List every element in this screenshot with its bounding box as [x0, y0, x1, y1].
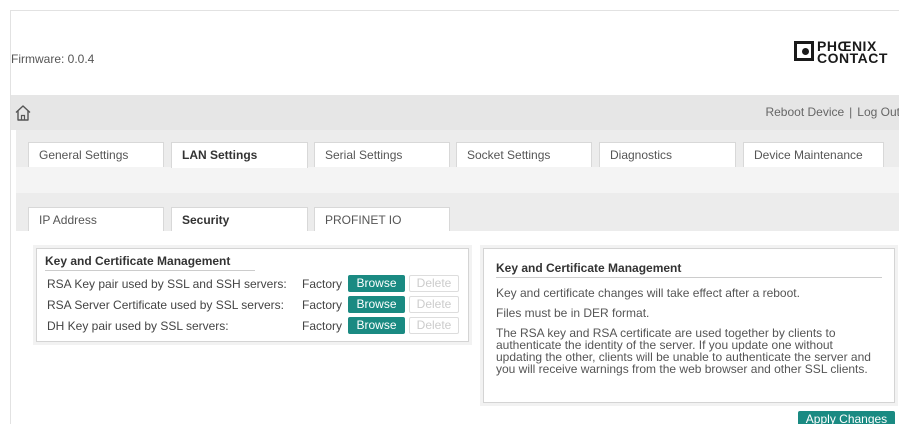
dh-key-delete-button: Delete: [409, 317, 459, 334]
reboot-device-link[interactable]: Reboot Device: [765, 105, 844, 119]
rsa-key-delete-button: Delete: [409, 275, 459, 292]
firmware-version: Firmware: 0.0.4: [11, 52, 95, 66]
phoenix-contact-logo: PHŒNIX CONTACT: [794, 38, 899, 72]
rsa-key-browse-button[interactable]: Browse: [348, 275, 405, 292]
tab-serial-settings[interactable]: Serial Settings: [314, 142, 450, 167]
subtab-security[interactable]: Security: [171, 207, 308, 231]
key-certificate-panel: Key and Certificate Management RSA Key p…: [36, 248, 469, 342]
tab-band: [16, 167, 899, 193]
info-panel-title: Key and Certificate Management: [496, 261, 882, 278]
logo-text: PHŒNIX CONTACT: [817, 38, 888, 66]
logout-link[interactable]: Log Out: [857, 105, 899, 119]
app-frame: Firmware: 0.0.4 PHŒNIX CONTACT Reboot De…: [10, 10, 899, 424]
dh-key-pair-row: DH Key pair used by SSL servers: Factory…: [45, 316, 468, 337]
rsa-key-pair-row: RSA Key pair used by SSL and SSH servers…: [45, 274, 468, 295]
security-content: Key and Certificate Management RSA Key p…: [26, 231, 899, 424]
row-label: RSA Key pair used by SSL and SSH servers…: [47, 277, 287, 291]
top-links: Reboot Device | Log Out: [765, 105, 899, 119]
info-pairing-note: The RSA key and RSA certificate are used…: [496, 326, 871, 376]
info-panel: Key and Certificate Management Key and c…: [483, 248, 895, 403]
sub-tab-bar: IP Address Security PROFINET IO: [16, 195, 899, 231]
top-nav-bar: Reboot Device | Log Out: [11, 95, 899, 130]
dh-key-browse-button[interactable]: Browse: [348, 317, 405, 334]
home-icon[interactable]: [14, 104, 32, 122]
row-label: DH Key pair used by SSL servers:: [47, 319, 229, 333]
tab-device-maintenance[interactable]: Device Maintenance: [743, 142, 884, 167]
subtab-ip-address[interactable]: IP Address: [28, 207, 164, 231]
link-separator: |: [849, 105, 853, 119]
logo-mark-icon: [794, 41, 814, 61]
apply-changes-button[interactable]: Apply Changes: [798, 411, 895, 424]
tab-diagnostics[interactable]: Diagnostics: [599, 142, 736, 167]
info-format-note: Files must be in DER format.: [496, 306, 650, 320]
row-value: Factory: [302, 298, 343, 312]
rsa-cert-browse-button[interactable]: Browse: [348, 296, 405, 313]
tab-socket-settings[interactable]: Socket Settings: [456, 142, 592, 167]
tab-general-settings[interactable]: General Settings: [28, 142, 164, 167]
rsa-cert-delete-button: Delete: [409, 296, 459, 313]
row-value: Factory: [302, 277, 343, 291]
row-value: Factory: [302, 319, 343, 333]
row-label: RSA Server Certificate used by SSL serve…: [47, 298, 284, 312]
key-panel-title: Key and Certificate Management: [45, 254, 255, 271]
rsa-certificate-row: RSA Server Certificate used by SSL serve…: [45, 295, 468, 316]
subtab-profinet-io[interactable]: PROFINET IO: [314, 207, 450, 231]
info-reboot-note: Key and certificate changes will take ef…: [496, 286, 800, 300]
tab-lan-settings[interactable]: LAN Settings: [171, 142, 308, 168]
